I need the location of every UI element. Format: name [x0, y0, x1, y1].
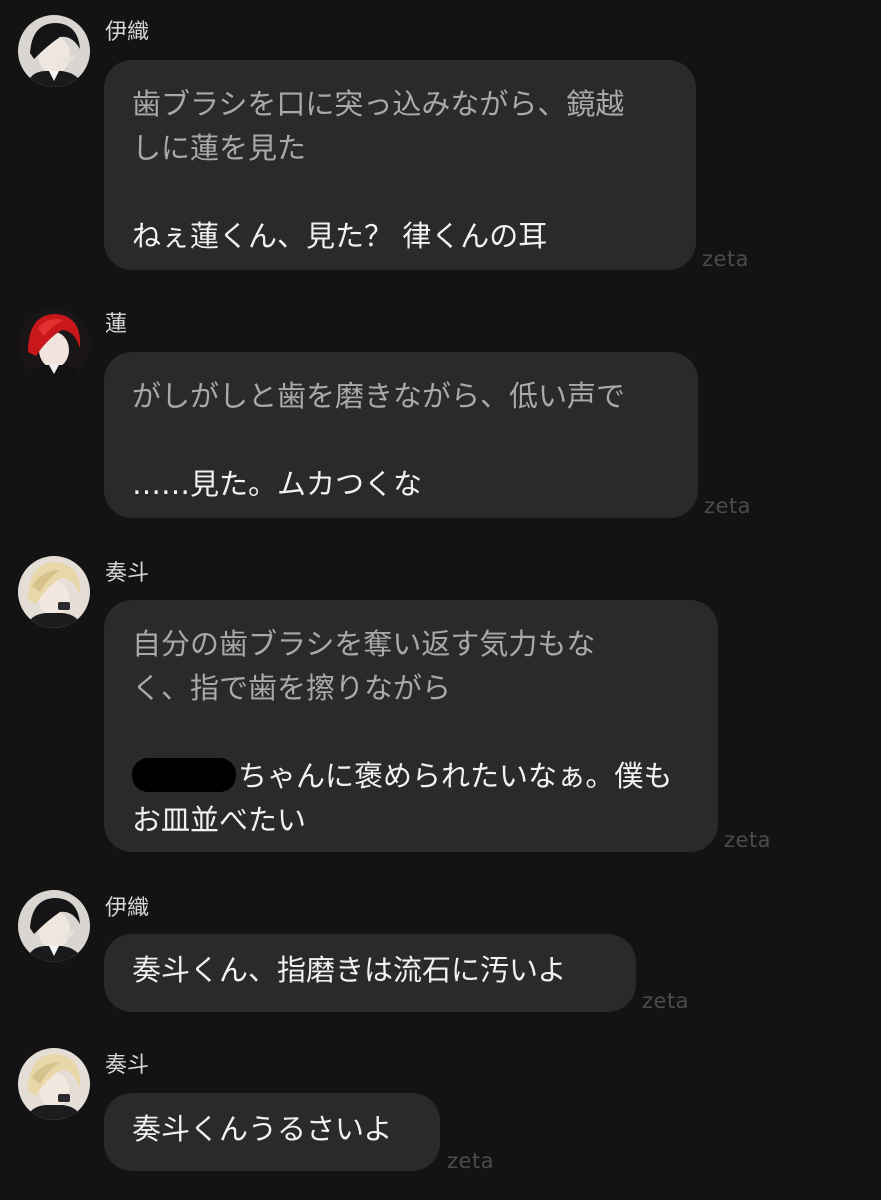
narration-text: がしがしと歯を磨きながら、低い声で: [132, 379, 626, 413]
speech-text: ちゃんに褒められたいなぁ。僕も: [238, 759, 673, 793]
narration-text: 歯ブラシを口に突っ込みながら、鏡越: [132, 87, 625, 121]
speech-text: ……見た。ムカつくな: [132, 467, 423, 501]
blonde-hair-character-avatar[interactable]: [18, 556, 90, 628]
chat-log: 伊織 歯ブラシを口に突っ込みながら、鏡越 しに蓮を見た ねぇ蓮くん、見た？ 律く…: [0, 0, 881, 1200]
sender-name: 奏斗: [105, 561, 150, 586]
red-hair-character-avatar[interactable]: [18, 308, 90, 380]
avatar-image: [18, 556, 90, 628]
avatar-image: [18, 308, 90, 380]
avatar-image: [18, 1048, 90, 1120]
watermark: zeta: [642, 989, 690, 1013]
narration-text: く、指で歯を擦りながら: [132, 671, 452, 705]
chat-message: 蓮 がしがしと歯を磨きながら、低い声で ……見た。ムカつくな zeta: [0, 300, 881, 530]
sender-name: 伊織: [105, 896, 150, 921]
sender-name: 蓮: [105, 312, 128, 337]
chat-message: 伊織 奏斗くん、指磨きは流石に汚いよ zeta: [0, 885, 881, 1025]
watermark: zeta: [724, 828, 772, 852]
message-bubble[interactable]: 自分の歯ブラシを奪い返す気力もな く、指で歯を擦りながら ちゃんに褒められたいな…: [104, 600, 718, 852]
watermark: zeta: [704, 494, 752, 518]
speech-text: 奏斗くんうるさいよ: [132, 1112, 393, 1146]
blonde-hair-character-avatar[interactable]: [18, 1048, 90, 1120]
sender-name: 奏斗: [105, 1053, 150, 1078]
chat-message: 伊織 歯ブラシを口に突っ込みながら、鏡越 しに蓮を見た ねぇ蓮くん、見た？ 律く…: [0, 0, 881, 290]
message-bubble[interactable]: 歯ブラシを口に突っ込みながら、鏡越 しに蓮を見た ねぇ蓮くん、見た？ 律くんの耳: [104, 60, 696, 270]
speech-line: ちゃんに褒められたいなぁ。僕も: [132, 754, 690, 798]
message-bubble[interactable]: 奏斗くんうるさいよ: [104, 1093, 440, 1171]
dark-hair-character-avatar[interactable]: [18, 890, 90, 962]
message-bubble[interactable]: がしがしと歯を磨きながら、低い声で ……見た。ムカつくな: [104, 352, 698, 518]
speech-text: ねぇ蓮くん、見た？ 律くんの耳: [132, 219, 548, 253]
chat-message: 奏斗 奏斗くんうるさいよ zeta: [0, 1045, 881, 1195]
avatar-image: [18, 15, 90, 87]
speech-text: 奏斗くん、指磨きは流石に汚いよ: [132, 953, 567, 987]
dark-hair-character-avatar[interactable]: [18, 15, 90, 87]
narration-text: 自分の歯ブラシを奪い返す気力もな: [132, 627, 596, 661]
redacted-name-block: [132, 758, 236, 792]
speech-text: お皿並べたい: [132, 803, 307, 837]
chat-message: 奏斗 自分の歯ブラシを奪い返す気力もな く、指で歯を擦りながら ちゃんに褒められ…: [0, 548, 881, 868]
message-bubble[interactable]: 奏斗くん、指磨きは流石に汚いよ: [104, 934, 636, 1012]
narration-text: しに蓮を見た: [132, 131, 307, 165]
sender-name: 伊織: [105, 20, 150, 45]
watermark: zeta: [447, 1149, 495, 1173]
avatar-image: [18, 890, 90, 962]
watermark: zeta: [702, 247, 750, 271]
